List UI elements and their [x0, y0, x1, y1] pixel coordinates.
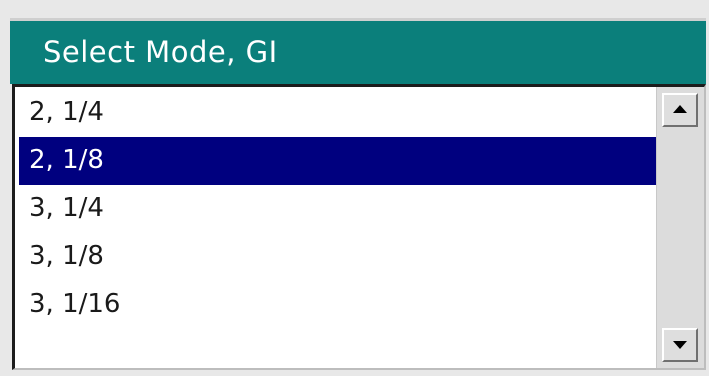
vertical-scrollbar[interactable] [656, 87, 704, 368]
select-mode-dialog: Select Mode, GI 2, 1/4 2, 1/8 3, 1/4 3, … [0, 0, 709, 376]
scroll-track[interactable] [662, 129, 698, 326]
arrow-down-icon [673, 341, 687, 349]
dialog-title: Select Mode, GI [43, 35, 278, 69]
mode-listbox[interactable]: 2, 1/4 2, 1/8 3, 1/4 3, 1/8 3, 1/16 [12, 84, 706, 370]
list-item-2-1-4[interactable]: 2, 1/4 [19, 89, 661, 137]
list-item-3-1-16[interactable]: 3, 1/16 [19, 281, 661, 329]
scroll-up-button[interactable] [662, 93, 698, 127]
arrow-up-icon [673, 105, 687, 113]
scroll-down-button[interactable] [662, 328, 698, 362]
list-item-2-1-8[interactable]: 2, 1/8 [19, 137, 661, 185]
title-bar: Select Mode, GI [10, 18, 706, 84]
list-item-3-1-8[interactable]: 3, 1/8 [19, 233, 661, 281]
mode-list: 2, 1/4 2, 1/8 3, 1/4 3, 1/8 3, 1/16 [19, 89, 661, 367]
list-item-3-1-4[interactable]: 3, 1/4 [19, 185, 661, 233]
